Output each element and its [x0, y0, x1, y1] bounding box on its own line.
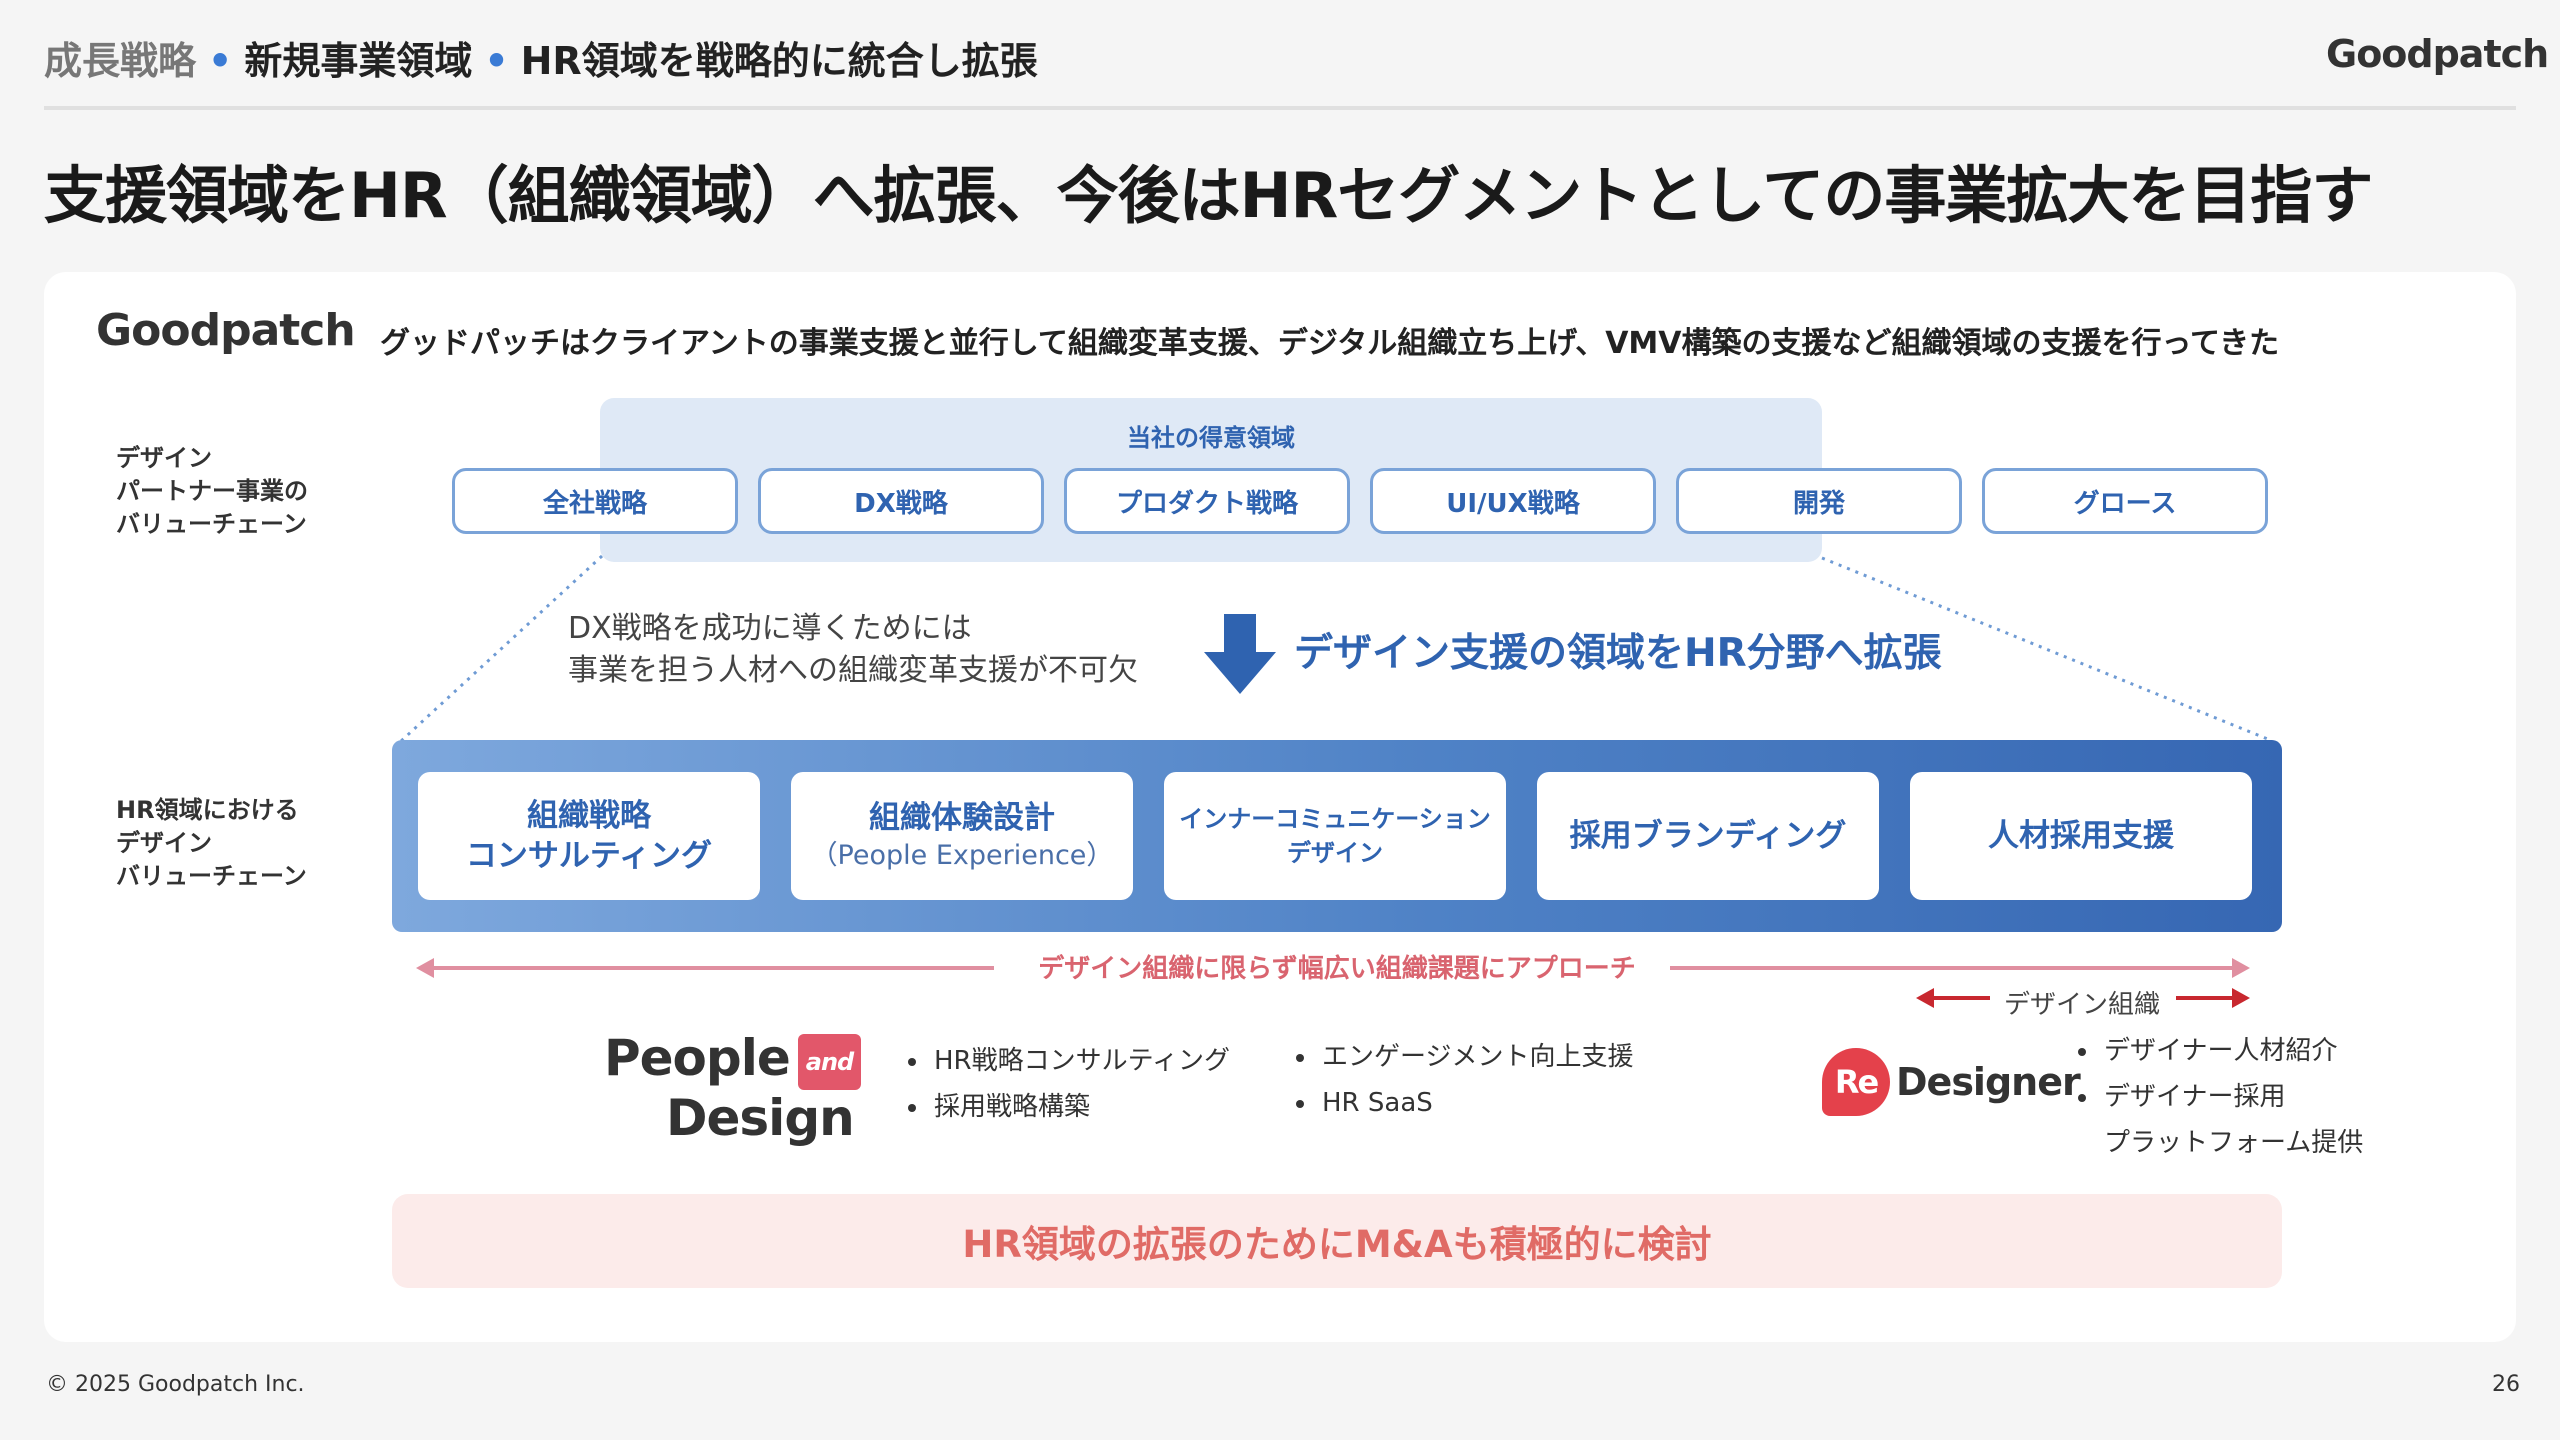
- hr-chain-item: 人材採用支援: [1910, 772, 2252, 900]
- list-item: デザイナー人材紹介: [2078, 1028, 2363, 1074]
- logo-word: Design: [666, 1088, 855, 1147]
- design-org-label: デザイン組織: [2004, 990, 2161, 1020]
- page-number: 26: [2492, 1372, 2520, 1397]
- expansion-headline: デザイン支援の領域をHR分野へ拡張: [1294, 631, 1942, 676]
- list-item: エンゲージメント向上支援: [1296, 1034, 1633, 1080]
- hr-item-line: インナーコミュニケーション: [1179, 805, 1491, 833]
- hr-item-line: コンサルティング: [465, 838, 713, 874]
- design-org-arrow-left-head: [1916, 988, 1934, 1008]
- hr-item-line: 人材採用支援: [1988, 818, 2174, 854]
- bullet-icon: [2078, 1093, 2086, 1102]
- redesigner-bullets: デザイナー人材紹介 デザイナー採用 プラットフォーム提供: [2078, 1028, 2363, 1166]
- hr-item-sub: （People Experience）: [810, 840, 1114, 871]
- people-design-bullets-b: エンゲージメント向上支援 HR SaaS: [1296, 1034, 1633, 1126]
- bullet-icon: [2078, 1047, 2086, 1056]
- hr-chain-item: 組織体験設計 （People Experience）: [791, 772, 1133, 900]
- bullet-icon: [1296, 1099, 1304, 1108]
- bullet-icon: [1296, 1053, 1304, 1062]
- redesigner-wordmark: Designer: [1896, 1060, 2081, 1104]
- hr-chain-item: 採用ブランディング: [1537, 772, 1879, 900]
- hr-chain-item: 組織戦略 コンサルティング: [418, 772, 760, 900]
- hr-chain-item: インナーコミュニケーション デザイン: [1164, 772, 1506, 900]
- list-item: HR戦略コンサルティング: [908, 1038, 1230, 1084]
- list-item: HR SaaS: [1296, 1080, 1633, 1126]
- hr-item-line: 組織体験設計: [869, 800, 1055, 836]
- rationale-line: 事業を担う人材への組織変革支援が不可欠: [568, 653, 1138, 688]
- bullet-icon: [908, 1057, 916, 1066]
- redesigner-logo: Re Designer: [1822, 1048, 2081, 1116]
- hr-item-line: 採用ブランディング: [1569, 818, 1847, 854]
- people-and-design-logo: People and Design: [604, 1029, 862, 1147]
- approach-label: デザイン組織に限らず幅広い組織課題にアプローチ: [1038, 954, 1636, 984]
- side-label-line: HR領域における: [116, 796, 299, 824]
- rationale-line: DX戦略を成功に導くためには: [568, 611, 972, 646]
- design-org-arrow-right-head: [2232, 988, 2250, 1008]
- hr-item-line: 組織戦略: [527, 798, 651, 834]
- ma-callout: HR領域の拡張のためにM&Aも積極的に検討: [392, 1194, 2282, 1288]
- list-item: 採用戦略構築: [908, 1084, 1230, 1130]
- side-label-line: デザイン: [116, 829, 212, 857]
- logo-word: People: [604, 1029, 791, 1087]
- side-label-line: バリューチェーン: [116, 862, 307, 890]
- redesigner-badge-icon: Re: [1822, 1048, 1890, 1116]
- hr-item-line: デザイン: [1287, 839, 1383, 867]
- footer-copyright: © 2025 Goodpatch Inc.: [46, 1372, 305, 1397]
- hr-chain-side-label: HR領域における デザイン バリューチェーン: [116, 794, 307, 893]
- people-design-bullets-a: HR戦略コンサルティング 採用戦略構築: [908, 1038, 1230, 1130]
- list-item: デザイナー採用: [2078, 1074, 2363, 1120]
- bullet-icon: [908, 1103, 916, 1112]
- logo-and-badge: and: [797, 1033, 862, 1090]
- list-item: プラットフォーム提供: [2104, 1128, 2364, 1158]
- arrow-down-icon: [1204, 614, 1276, 694]
- expansion-rationale: DX戦略を成功に導くためには 事業を担う人材への組織変革支援が不可欠: [568, 608, 1138, 692]
